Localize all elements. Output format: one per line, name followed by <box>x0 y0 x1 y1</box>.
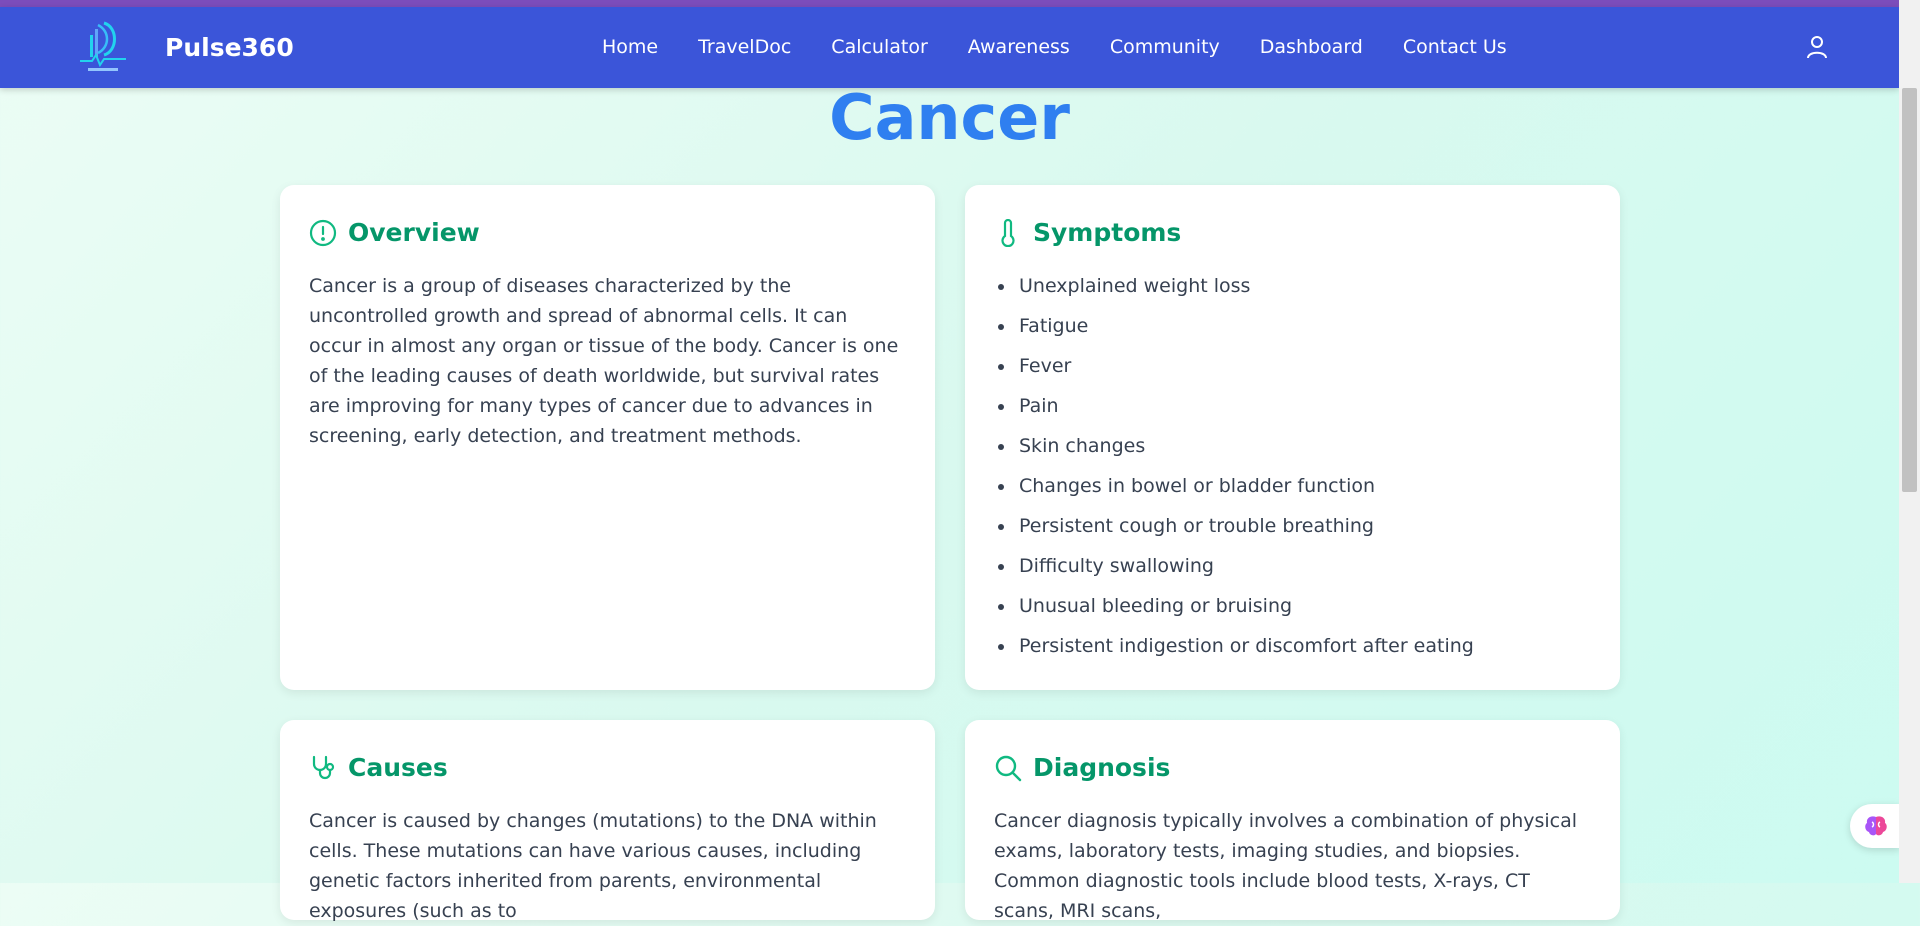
diagnosis-title: Diagnosis <box>1033 753 1171 782</box>
page-scrollbar[interactable] <box>1899 0 1920 883</box>
symptoms-card: Symptoms Unexplained weight loss Fatigue… <box>965 185 1620 690</box>
causes-header: Causes <box>309 753 448 782</box>
symptoms-header: Symptoms <box>994 218 1181 247</box>
list-item: Persistent cough or trouble breathing <box>994 511 1474 551</box>
overview-title: Overview <box>348 218 480 247</box>
nav-awareness[interactable]: Awareness <box>968 36 1070 58</box>
brand-name[interactable]: Pulse360 <box>165 33 294 62</box>
list-item: Persistent indigestion or discomfort aft… <box>994 631 1474 671</box>
list-item: Fatigue <box>994 311 1474 351</box>
diagnosis-card: Diagnosis Cancer diagnosis typically inv… <box>965 720 1620 922</box>
causes-card: Causes Cancer is caused by changes (muta… <box>280 720 935 922</box>
overview-header: Overview <box>309 218 480 247</box>
overview-text: Cancer is a group of diseases characteri… <box>309 275 899 447</box>
list-item: Pain <box>994 391 1474 431</box>
alert-circle-icon <box>309 219 337 247</box>
list-item: Unusual bleeding or bruising <box>994 591 1474 631</box>
list-item: Fever <box>994 351 1474 391</box>
top-accent-strip <box>0 0 1899 7</box>
causes-text: Cancer is caused by changes (mutations) … <box>309 810 877 922</box>
nav-calculator[interactable]: Calculator <box>831 36 927 58</box>
nav-community[interactable]: Community <box>1110 36 1220 58</box>
list-item: Skin changes <box>994 431 1474 471</box>
nav-traveldoc[interactable]: TravelDoc <box>698 36 791 58</box>
scrollbar-thumb[interactable] <box>1902 88 1917 492</box>
causes-title: Causes <box>348 753 448 782</box>
navbar: Pulse360 Home TravelDoc Calculator Aware… <box>0 7 1899 88</box>
nav-dashboard[interactable]: Dashboard <box>1260 36 1363 58</box>
symptoms-title: Symptoms <box>1033 218 1182 247</box>
stethoscope-icon <box>309 754 337 782</box>
list-item: Difficulty swallowing <box>994 551 1474 591</box>
overview-card: Overview Cancer is a group of diseases c… <box>280 185 935 690</box>
nav-home[interactable]: Home <box>602 36 658 58</box>
list-item: Unexplained weight loss <box>994 271 1474 311</box>
page-title: Cancer <box>829 81 1070 154</box>
nav-contact-us[interactable]: Contact Us <box>1403 36 1507 58</box>
pulse360-logo[interactable] <box>74 17 132 79</box>
assistant-button[interactable] <box>1850 804 1900 848</box>
diagnosis-header: Diagnosis <box>994 753 1170 782</box>
nav-links: Home TravelDoc Calculator Awareness Comm… <box>602 36 1547 58</box>
user-icon[interactable] <box>1805 34 1829 60</box>
thermometer-icon <box>994 218 1022 247</box>
list-item: Changes in bowel or bladder function <box>994 471 1474 511</box>
diagnosis-text: Cancer diagnosis typically involves a co… <box>994 810 1578 922</box>
symptoms-list: Unexplained weight loss Fatigue Fever Pa… <box>994 271 1474 671</box>
search-icon <box>994 754 1022 782</box>
